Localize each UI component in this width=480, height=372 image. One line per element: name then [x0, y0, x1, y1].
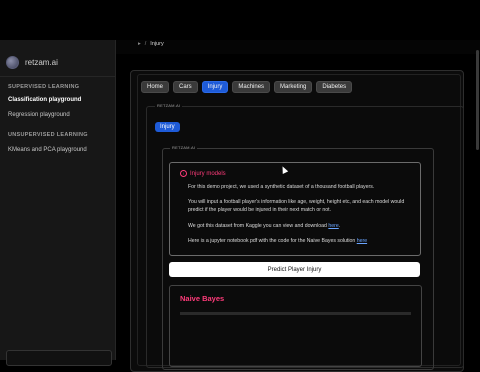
sidebar-section-supervised: SUPERVISED LEARNING — [8, 84, 80, 90]
tab-injury[interactable]: Injury — [201, 81, 229, 93]
injury-button[interactable]: Injury — [155, 122, 180, 132]
naive-bayes-divider — [180, 312, 411, 315]
breadcrumb-separator: / — [144, 41, 147, 47]
kaggle-dataset-link[interactable]: here — [328, 223, 338, 229]
sidebar-divider — [0, 76, 115, 77]
sidebar-item-kmeans-pca[interactable]: KMeans and PCA playground — [8, 147, 87, 153]
tab-diabetes[interactable]: Diabetes — [316, 81, 353, 93]
alert-icon: ! — [180, 170, 187, 177]
tab-marketing[interactable]: Marketing — [274, 81, 313, 93]
logo-icon — [6, 56, 19, 69]
info-p4-text: Here is a jupyter notebook pdf with the … — [188, 238, 357, 244]
predict-player-injury-button[interactable]: Predict Player Injury — [169, 262, 420, 277]
breadcrumb-current: Injury — [150, 41, 164, 47]
injury-info-card: ! Injury models For this demo project, w… — [169, 162, 421, 256]
breadcrumb: ▸ / Injury — [138, 41, 164, 47]
sidebar-item-regression[interactable]: Regression playground — [8, 112, 70, 118]
info-p3-text: We got this dataset from Kaggle you can … — [188, 223, 329, 229]
breadcrumb-home-icon[interactable]: ▸ — [138, 41, 141, 47]
topbar: ▸ / Injury — [116, 40, 480, 54]
inner-fieldset-label: RETZAM.AI — [170, 145, 198, 150]
sidebar-footer[interactable] — [6, 350, 112, 366]
outer-fieldset-label: RETZAM.AI — [155, 103, 183, 108]
tab-home[interactable]: Home — [141, 81, 170, 93]
logo-text: retzam.ai — [25, 58, 58, 67]
info-paragraph-4: Here is a jupyter notebook pdf with the … — [188, 238, 416, 246]
sidebar: retzam.ai SUPERVISED LEARNING Classifica… — [0, 40, 116, 366]
sidebar-section-unsupervised: UNSUPERVISED LEARNING — [8, 132, 88, 138]
logo[interactable]: retzam.ai — [6, 56, 58, 69]
naive-bayes-title: Naive Bayes — [180, 294, 225, 303]
info-paragraph-2: You will input a football player's infor… — [188, 199, 405, 213]
tab-machines[interactable]: Machines — [232, 81, 271, 93]
page-scrollbar[interactable] — [476, 50, 479, 150]
info-title: Injury models — [190, 170, 226, 177]
notebook-pdf-link[interactable]: here — [357, 238, 367, 244]
tab-cars[interactable]: Cars — [173, 81, 198, 93]
sidebar-item-classification[interactable]: Classification playground — [8, 97, 81, 103]
info-paragraph-3: We got this dataset from Kaggle you can … — [188, 223, 416, 231]
info-header: ! Injury models — [180, 170, 226, 177]
model-tabs: Home Cars Injury Machines Marketing Diab… — [141, 81, 353, 93]
info-paragraph-1: For this demo project, we used a synthet… — [188, 184, 375, 190]
info-p3-end: . — [338, 223, 341, 229]
naive-bayes-card: Naive Bayes — [169, 285, 422, 367]
